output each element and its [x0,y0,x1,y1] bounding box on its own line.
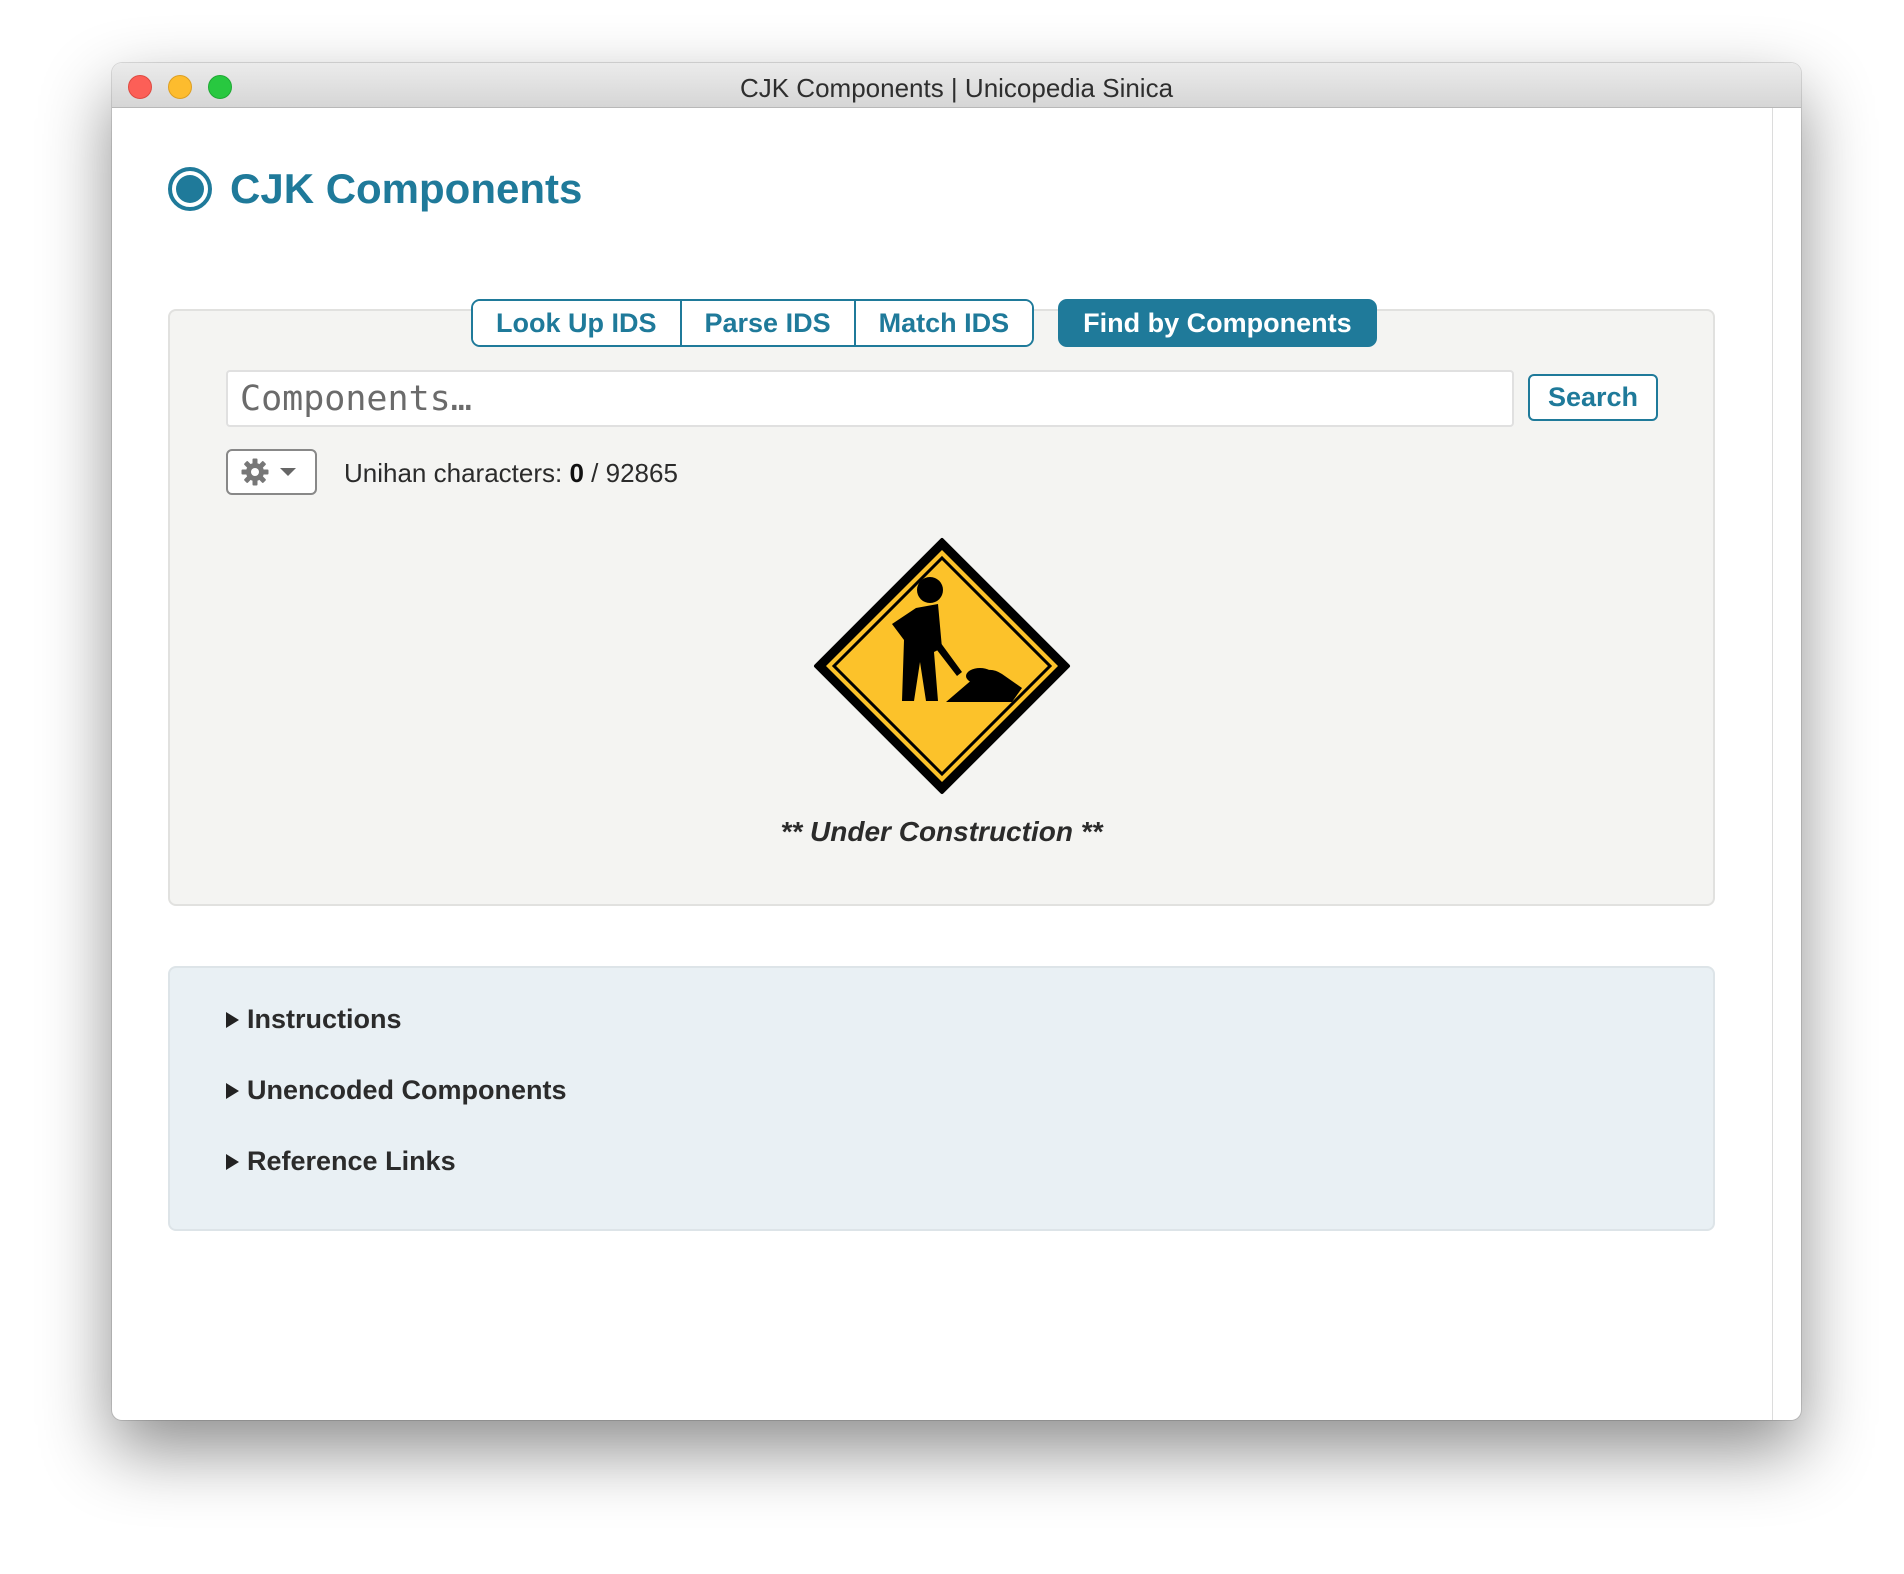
page-title: CJK Components [230,165,583,212]
components-search-input[interactable] [226,370,1514,427]
page-content: CJK Components Look Up IDS Parse IDS Mat… [112,108,1801,1420]
unencoded-components-label: Unencoded Components [247,1075,567,1105]
radio-circle-icon [168,167,212,211]
disclosure-triangle-icon [226,1082,239,1099]
tab-look-up-ids[interactable]: Look Up IDS [473,301,680,345]
title-bar: CJK Components | Unicopedia Sinica [112,63,1801,108]
unihan-count-label: Unihan characters: [344,458,563,488]
reference-links-disclosure[interactable]: Reference Links [226,1146,456,1177]
settings-menu-button[interactable] [226,449,317,495]
reference-links-label: Reference Links [247,1146,456,1176]
tab-find-by-components[interactable]: Find by Components [1058,299,1377,347]
app-window: CJK Components | Unicopedia Sinica CJK C… [112,63,1801,1420]
unihan-count-value: 0 [569,458,584,488]
tab-parse-ids[interactable]: Parse IDS [679,301,854,345]
unihan-count-separator: / [591,458,599,488]
page-header: CJK Components [168,164,582,214]
caret-down-icon [280,468,296,476]
tab-group: Look Up IDS Parse IDS Match IDS [471,299,1035,347]
info-panel: Instructions Unencoded Components Refere… [168,966,1715,1231]
unihan-count-total: 92865 [605,458,678,488]
tab-match-ids[interactable]: Match IDS [853,301,1033,345]
search-button[interactable]: Search [1528,374,1658,421]
road-work-sign-icon [814,538,1070,794]
tab-bar: Look Up IDS Parse IDS Match IDS Find by … [471,299,1377,347]
under-construction-text: ** Under Construction ** [780,816,1103,847]
instructions-label: Instructions [247,1004,402,1034]
disclosure-triangle-icon [226,1011,239,1028]
disclosure-triangle-icon [226,1153,239,1170]
unencoded-components-disclosure[interactable]: Unencoded Components [226,1075,567,1106]
instructions-disclosure[interactable]: Instructions [226,1004,402,1035]
window-title: CJK Components | Unicopedia Sinica [739,73,1174,103]
gear-icon [241,458,269,486]
unihan-character-count: Unihan characters: 0 / 92865 [344,458,678,489]
